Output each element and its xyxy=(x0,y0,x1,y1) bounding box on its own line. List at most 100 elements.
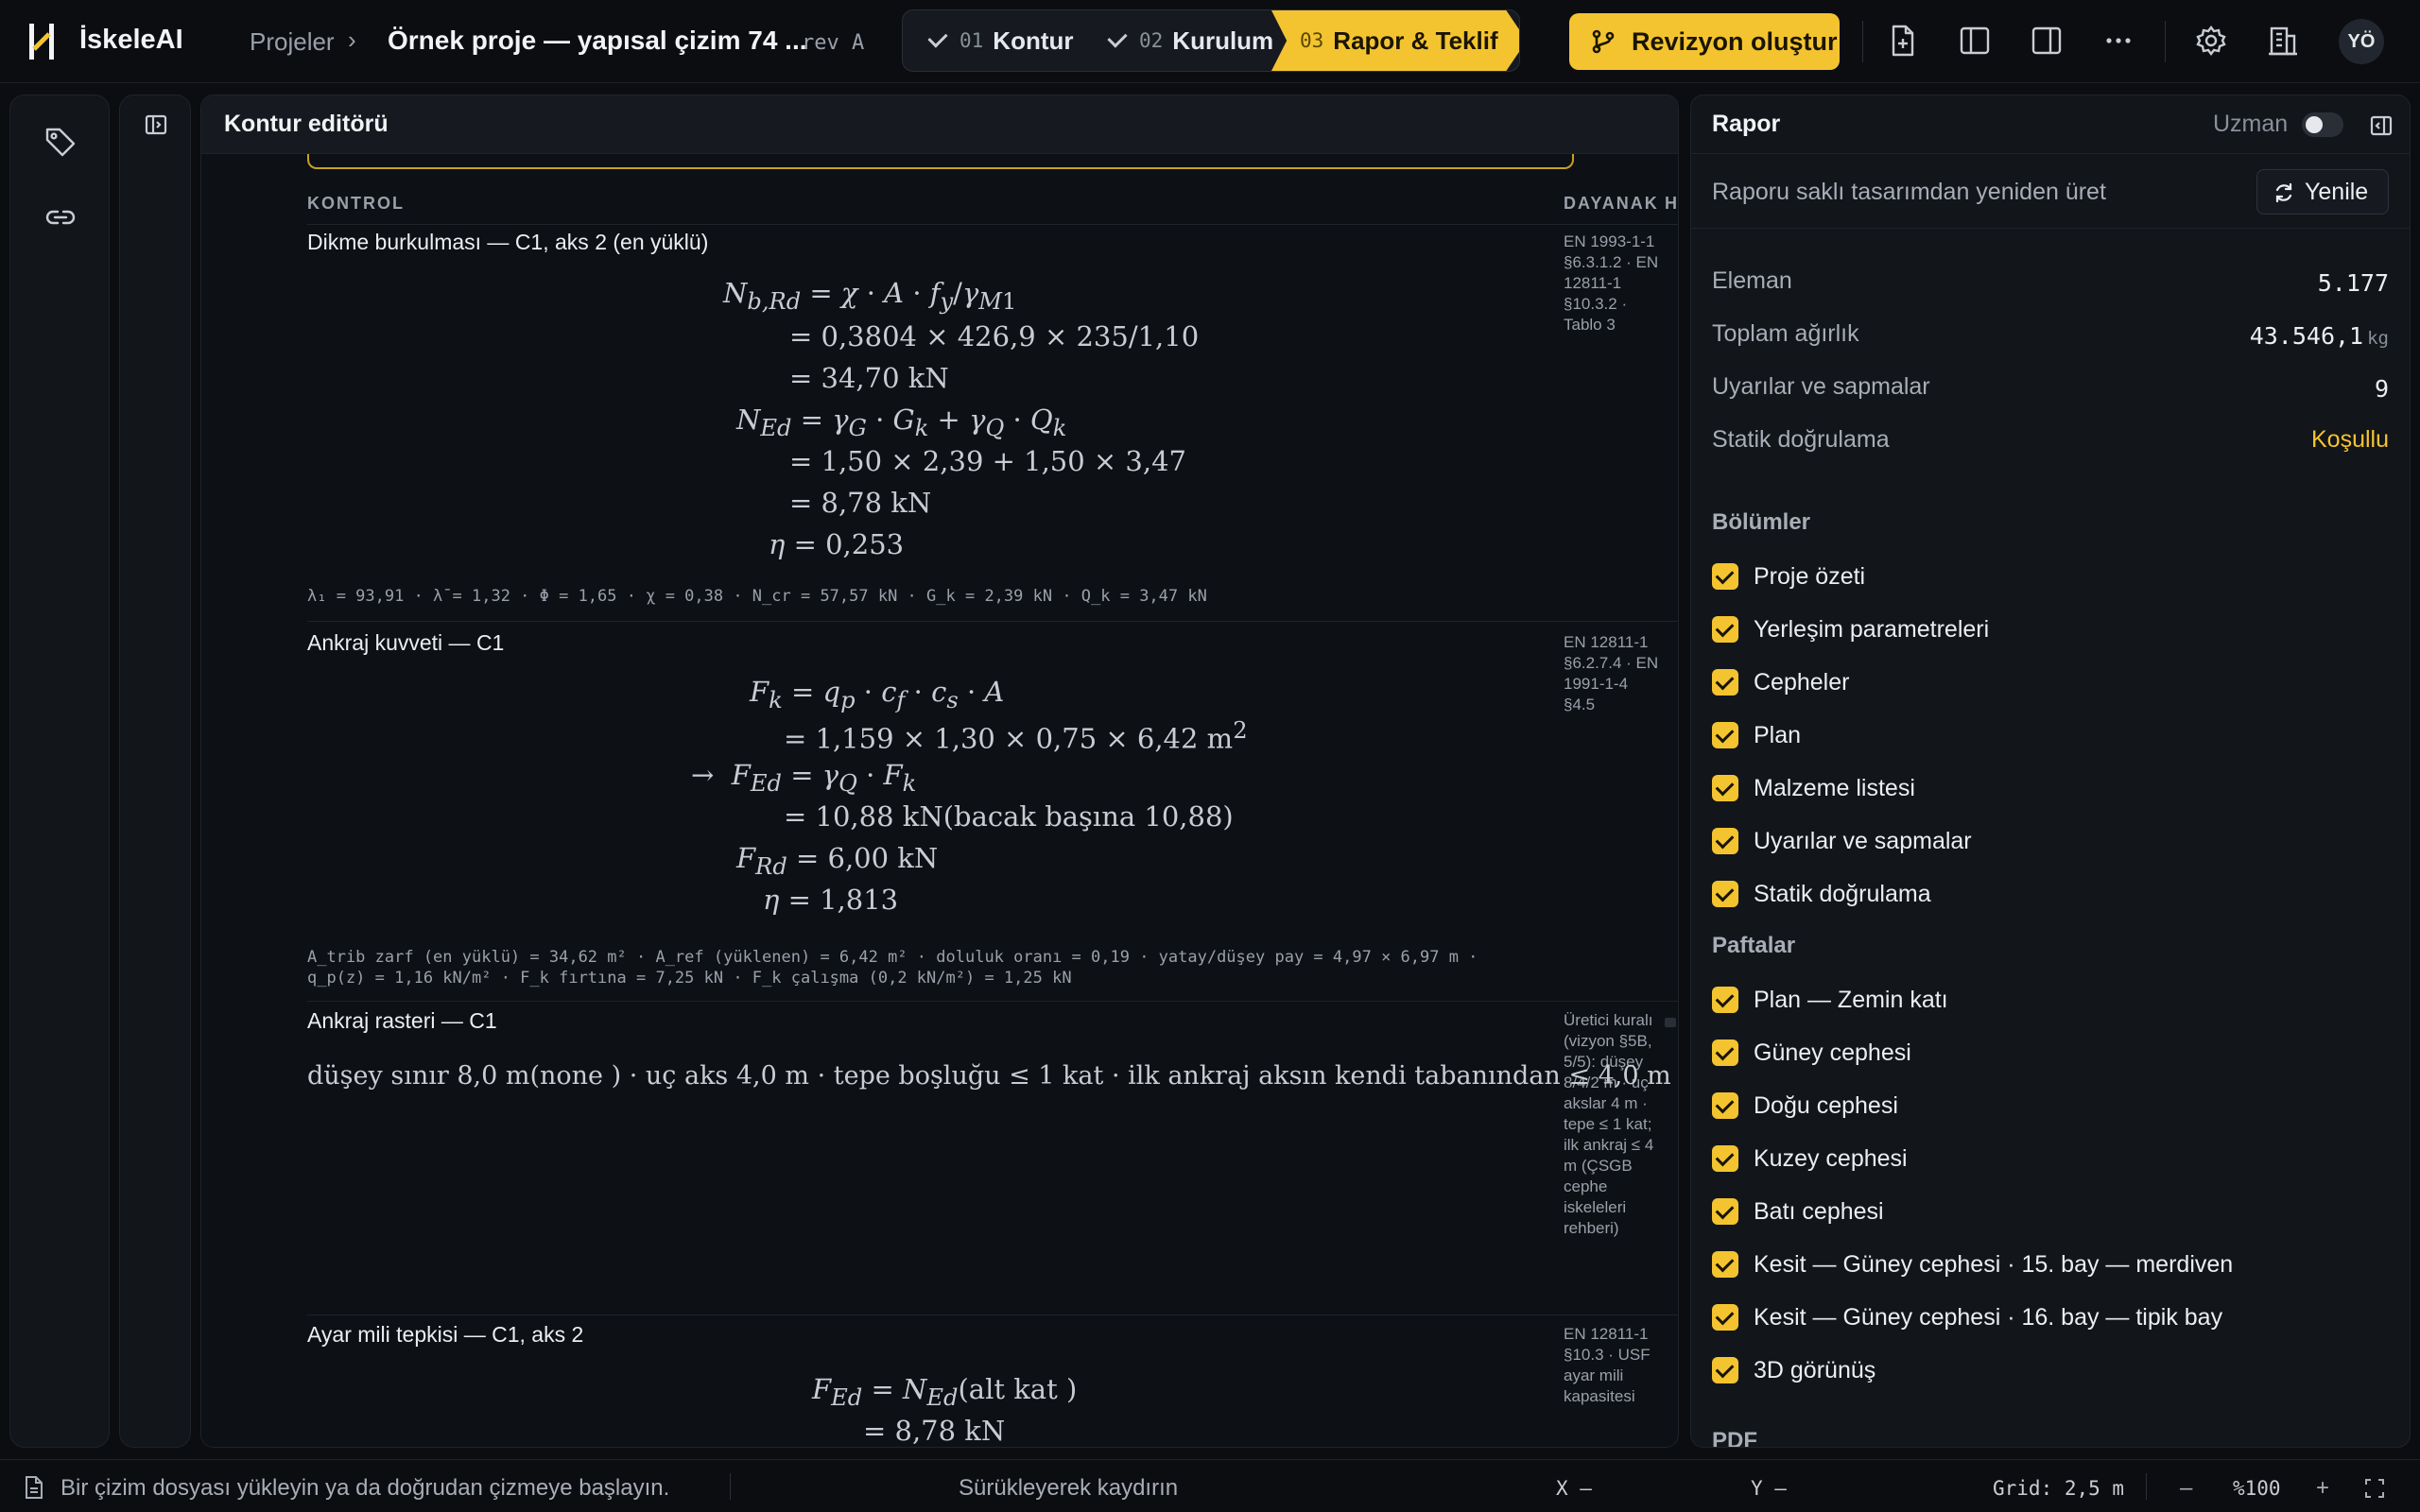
column-header-basis: DAYANAK xyxy=(1564,194,1659,213)
check-title: Dikme burkulması — C1, aks 2 (en yüklü) xyxy=(307,230,709,254)
zoom-in-button[interactable]: + xyxy=(2316,1475,2329,1502)
step-number: 03 xyxy=(1300,29,1324,52)
sidebar-right-icon[interactable] xyxy=(2029,23,2065,59)
checkbox[interactable] xyxy=(1712,881,1738,907)
section-checkbox[interactable]: Yerleşim parametreleri xyxy=(1712,615,1989,644)
status-bar: Bir çizim dosyası yükleyin ya da doğruda… xyxy=(0,1459,2420,1512)
breadcrumb-projects[interactable]: Projeler xyxy=(250,27,335,57)
sheet-checkbox[interactable]: Doğu cephesi xyxy=(1712,1091,1898,1120)
refresh-button[interactable]: Yenile xyxy=(2256,169,2389,215)
section-checkbox[interactable]: Malzeme listesi xyxy=(1712,774,1915,802)
tag-icon[interactable] xyxy=(43,124,78,160)
checkbox[interactable] xyxy=(1712,669,1738,696)
collapse-panel-icon[interactable] xyxy=(2368,112,2394,139)
check-icon xyxy=(1107,27,1128,48)
left-tool-rail xyxy=(9,94,110,1448)
divider xyxy=(1862,21,1863,62)
stat-label: Eleman xyxy=(1712,267,1792,294)
section-checkbox[interactable]: Proje özeti xyxy=(1712,562,1865,591)
divider xyxy=(307,621,1678,622)
grid-size[interactable]: Grid: 2,5 m xyxy=(1993,1477,2124,1500)
zoom-level: %100 xyxy=(2233,1477,2281,1500)
checkbox[interactable] xyxy=(1712,1040,1738,1066)
check-title: Ankraj rasteri — C1 xyxy=(307,1008,497,1033)
stat-value: 43.546,1 kg xyxy=(2249,322,2389,350)
checkbox[interactable] xyxy=(1712,828,1738,854)
sheet-checkbox[interactable]: Güney cephesi xyxy=(1712,1039,1911,1067)
column-header-extra: H xyxy=(1665,194,1679,213)
regenerate-report-label: Raporu saklı tasarımdan yeniden üret xyxy=(1712,179,2106,205)
warning-banner-edge xyxy=(307,154,1574,169)
status-hint: Bir çizim dosyası yükleyin ya da doğruda… xyxy=(60,1475,670,1501)
report-header: Rapor Uzman xyxy=(1691,95,2410,154)
sheet-checkbox[interactable]: Plan — Zemin katı xyxy=(1712,986,1948,1014)
refresh-label: Yenile xyxy=(2305,178,2369,205)
scaffold-logo-icon[interactable] xyxy=(26,21,59,62)
checkbox[interactable] xyxy=(1712,616,1738,643)
collapse-panel-icon[interactable] xyxy=(144,112,168,137)
cursor-x: X – xyxy=(1556,1477,1592,1500)
chevron-right-icon: › xyxy=(348,26,356,54)
top-bar: İskeleAI Projeler › Örnek proje — yapısa… xyxy=(0,0,2420,83)
avatar[interactable]: YÖ xyxy=(2339,19,2384,64)
sheet-checkbox[interactable]: 3D görünüş xyxy=(1712,1356,1876,1384)
building-icon[interactable] xyxy=(2265,23,2301,59)
expert-mode-toggle[interactable] xyxy=(2302,112,2343,137)
layer-rail xyxy=(119,94,191,1448)
checkbox[interactable] xyxy=(1712,563,1738,590)
stat-value: 9 xyxy=(2374,375,2389,403)
checkbox[interactable] xyxy=(1712,1304,1738,1331)
checkbox[interactable] xyxy=(1712,1357,1738,1383)
sheet-checkbox[interactable]: Kuzey cephesi xyxy=(1712,1144,1908,1173)
checkbox[interactable] xyxy=(1712,775,1738,801)
step-rapor-teklif[interactable]: 03 Rapor & Teklif xyxy=(1271,10,1519,71)
stat-label: Statik doğrulama xyxy=(1712,426,1890,453)
section-checkbox[interactable]: Cepheler xyxy=(1712,668,1849,696)
document-icon xyxy=(26,1476,43,1499)
checkbox[interactable] xyxy=(1712,722,1738,748)
sidebar-left-icon[interactable] xyxy=(1957,23,1993,59)
check-meta: λ₁ = 93,91 · λ̄ = 1,32 · Φ = 1,65 · χ = … xyxy=(307,587,1207,606)
more-horizontal-icon[interactable] xyxy=(2100,23,2136,59)
divider xyxy=(307,224,1678,225)
workflow-stepper: 01 Kontur 02 Kurulum 03 Rapor & Teklif xyxy=(902,9,1520,72)
column-header-check: KONTROL xyxy=(307,194,405,213)
step-number: 01 xyxy=(959,29,984,52)
checkbox[interactable] xyxy=(1712,1198,1738,1225)
step-kontur[interactable]: 01 Kontur xyxy=(927,10,1074,71)
divider xyxy=(1691,228,2410,229)
stat-label: Uyarılar ve sapmalar xyxy=(1712,373,1930,400)
scrollbar-thumb[interactable] xyxy=(1665,1018,1676,1027)
check-title: Ankraj kuvveti — C1 xyxy=(307,630,505,655)
status-badge: Koşullu xyxy=(2311,426,2389,453)
editor-title: Kontur editörü xyxy=(224,111,389,137)
sheet-checkbox[interactable]: Batı cephesi xyxy=(1712,1197,1884,1226)
report-title: Rapor xyxy=(1712,111,1781,137)
sheet-checkbox[interactable]: Kesit — Güney cephesi · 16. bay — tipik … xyxy=(1712,1303,2222,1332)
section-checkbox[interactable]: Plan xyxy=(1712,721,1801,749)
step-kurulum[interactable]: 02 Kurulum xyxy=(1107,10,1273,71)
contour-editor: Kontur editörü KONTROL DAYANAK H Dikme b… xyxy=(200,94,1679,1448)
checkbox[interactable] xyxy=(1712,1092,1738,1119)
gear-icon[interactable] xyxy=(2193,23,2229,59)
zoom-out-button[interactable]: – xyxy=(2180,1475,2192,1502)
link-icon[interactable] xyxy=(43,199,78,235)
sheet-checkbox[interactable]: Kesit — Güney cephesi · 15. bay — merdiv… xyxy=(1712,1250,2233,1279)
step-number: 02 xyxy=(1139,29,1164,52)
drag-hint: Sürükleyerek kaydırın xyxy=(959,1475,1179,1501)
section-checkbox[interactable]: Statik doğrulama xyxy=(1712,880,1931,908)
app-name[interactable]: İskeleAI xyxy=(79,25,183,56)
file-plus-icon[interactable] xyxy=(1885,23,1921,59)
checkbox[interactable] xyxy=(1712,987,1738,1013)
check-basis: EN 12811-1 §6.2.7.4 · EN 1991-1-4 §4.5 xyxy=(1564,633,1659,713)
report-panel: Rapor Uzman Raporu saklı tasarımdan yeni… xyxy=(1690,94,2411,1448)
checkbox[interactable] xyxy=(1712,1145,1738,1172)
section-checkbox[interactable]: Uyarılar ve sapmalar xyxy=(1712,827,1972,855)
create-revision-button[interactable]: Revizyon oluştur xyxy=(1569,13,1840,70)
divider xyxy=(2146,1473,2147,1500)
check-basis: EN 12811-1 §10.3 · USF ayar mili kapasit… xyxy=(1564,1325,1651,1405)
revision-tag: rev A xyxy=(802,31,865,55)
project-title[interactable]: Örnek proje — yapısal çizim 74 ... xyxy=(388,26,807,56)
fullscreen-icon[interactable] xyxy=(2363,1477,2386,1500)
checkbox[interactable] xyxy=(1712,1251,1738,1278)
